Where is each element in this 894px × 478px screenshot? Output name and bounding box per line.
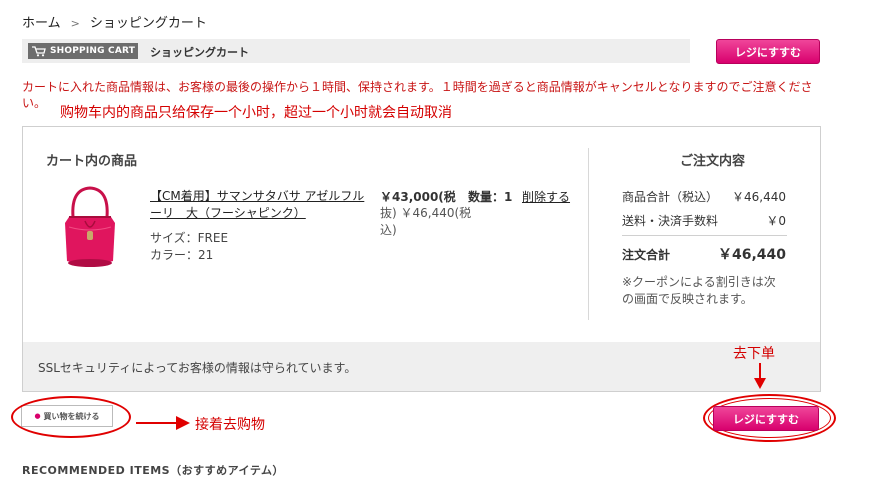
- delete-item-link[interactable]: 削除する: [522, 188, 570, 205]
- shipping-label: 送料・決済手数料: [622, 214, 719, 228]
- annotation-checkout: 去下单: [733, 346, 775, 362]
- page-title: ショッピングカート: [150, 46, 249, 59]
- product-name-link[interactable]: 【CM着用】サマンサタバサ アゼルフルーリ 大（フーシャピンク）: [150, 188, 370, 222]
- annotation-continue: 接着去购物: [195, 417, 265, 433]
- product-image[interactable]: [55, 183, 125, 273]
- annotation-notice: 购物车内的商品只给保存一个小时，超过一个小时就会自动取消: [60, 105, 452, 121]
- shipping-value: ￥0: [766, 214, 786, 228]
- product-size: サイズ：FREE: [150, 231, 229, 245]
- subtotal-label: 商品合計（税込）: [622, 190, 719, 204]
- breadcrumb-current: ショッピングカート: [89, 16, 207, 31]
- order-total-label: 注文合計: [622, 248, 671, 262]
- ssl-security-bar: SSLセキュリティによってお客様の情報は守られています。: [23, 342, 820, 391]
- cart-icon: [32, 45, 46, 56]
- product-price-excl-tax: ￥43,000(税: [380, 190, 456, 204]
- coupon-note: ※クーポンによる割引きは次の画面で反映されます。: [622, 275, 776, 306]
- summary-divider: [588, 148, 589, 320]
- annotation-arrow-right-icon: [136, 416, 190, 430]
- checkout-button-top[interactable]: レジにすすむ: [716, 39, 820, 64]
- checkout-button-bottom[interactable]: レジにすすむ: [713, 406, 819, 431]
- recommended-items-heading: RECOMMENDED ITEMS（おすすめアイテム）: [22, 464, 285, 477]
- summary-rule: [622, 235, 787, 236]
- ssl-security-text: SSLセキュリティによってお客様の情報は守られています。: [38, 361, 357, 375]
- breadcrumb: ホーム > ショッピングカート: [22, 12, 207, 31]
- breadcrumb-home-link[interactable]: ホーム: [22, 16, 61, 31]
- annotation-arrow-down-icon: [754, 363, 766, 389]
- breadcrumb-separator: >: [70, 17, 80, 30]
- shopping-cart-logo-text: SHOPPING CART: [50, 46, 136, 56]
- cart-items-heading: カート内の商品: [46, 154, 138, 169]
- product-color: カラー：21: [150, 248, 214, 262]
- shopping-cart-logo: SHOPPING CART: [28, 43, 138, 59]
- cart-header-bar: SHOPPING CART ショッピングカート: [22, 39, 690, 63]
- annotation-circle-continue: [11, 396, 131, 438]
- order-summary-title: ご注文内容: [680, 154, 746, 169]
- product-quantity: 数量：1: [468, 190, 513, 204]
- order-total-value: ￥46,440: [717, 247, 786, 263]
- subtotal-value: ￥46,440: [732, 190, 786, 204]
- product-price-incl-tax: 抜) ￥46,440(税込): [380, 206, 472, 237]
